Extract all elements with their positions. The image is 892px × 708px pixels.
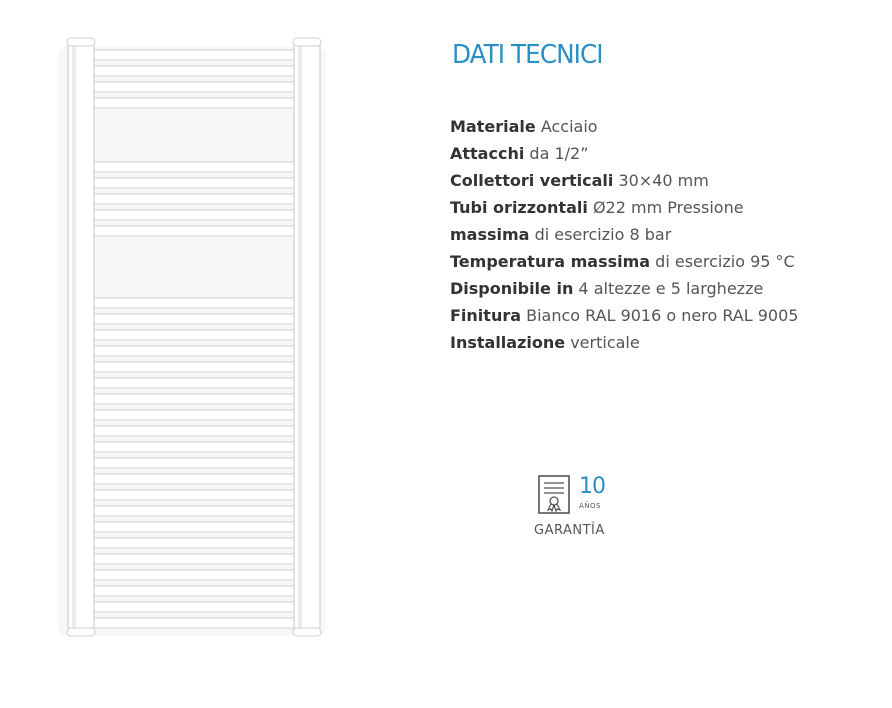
radiator-tube xyxy=(89,329,301,341)
radiator-tube xyxy=(89,409,301,421)
radiator-tube xyxy=(89,521,301,533)
spec-value: 4 altezze e 5 larghezze xyxy=(578,279,764,298)
radiator-tube xyxy=(89,297,301,309)
radiator-tube xyxy=(89,313,301,325)
radiator-tube xyxy=(89,49,301,61)
towel-radiator-image xyxy=(50,36,330,640)
radiator-collector xyxy=(293,39,321,633)
spec-row: Finitura Bianco RAL 9016 o nero RAL 9005 xyxy=(450,302,870,329)
radiator-tube xyxy=(89,377,301,389)
spec-row: massima di esercizio 8 bar xyxy=(450,221,870,248)
spec-value: verticale xyxy=(570,333,640,352)
spec-value: Bianco RAL 9016 o nero RAL 9005 xyxy=(526,306,799,325)
radiator-tube xyxy=(89,393,301,405)
spec-row: Collettori verticali 30×40 mm xyxy=(450,167,870,194)
radiator-tube xyxy=(89,97,301,109)
radiator-tube xyxy=(89,585,301,597)
spec-key: Disponibile in xyxy=(450,279,574,298)
spec-key: Finitura xyxy=(450,306,522,325)
spec-row: Materiale Acciaio xyxy=(450,113,870,140)
spec-row: Installazione verticale xyxy=(450,329,870,356)
radiator-tube xyxy=(89,553,301,565)
spec-value: 30×40 mm xyxy=(618,171,709,190)
radiator-tube xyxy=(89,65,301,77)
warranty-label: GARANTÍA xyxy=(534,523,605,538)
radiator-tube xyxy=(89,209,301,221)
spec-key: massima xyxy=(450,225,530,244)
spec-list: Materiale Acciaio Attacchi da 1/2” Colle… xyxy=(450,113,870,356)
spec-row: Temperatura massima di esercizio 95 °C xyxy=(450,248,870,275)
spec-value: Acciaio xyxy=(540,117,598,136)
radiator-tube xyxy=(89,473,301,485)
warranty-years-unit: AÑOS xyxy=(579,502,601,510)
spec-row: Attacchi da 1/2” xyxy=(450,140,870,167)
spec-value: di esercizio 8 bar xyxy=(534,225,672,244)
radiator-tube xyxy=(89,505,301,517)
radiator-tube xyxy=(89,161,301,173)
spec-key: Attacchi xyxy=(450,144,525,163)
radiator-tube xyxy=(89,193,301,205)
radiator-tube xyxy=(89,569,301,581)
radiator-tube xyxy=(89,617,301,629)
radiator-tube xyxy=(89,537,301,549)
warranty-years: 10 xyxy=(579,474,606,499)
spec-key: Temperatura massima xyxy=(450,252,651,271)
spec-key: Materiale xyxy=(450,117,536,136)
radiator-tube xyxy=(89,361,301,373)
radiator-tube xyxy=(89,457,301,469)
radiator-tube xyxy=(89,177,301,189)
radiator-tube xyxy=(89,225,301,237)
spec-row: Tubi orizzontali Ø22 mm Pressione xyxy=(450,194,870,221)
radiator-tube xyxy=(89,601,301,613)
spec-row: Disponibile in 4 altezze e 5 larghezze xyxy=(450,275,870,302)
radiator-tube xyxy=(89,425,301,437)
spec-key: Collettori verticali xyxy=(450,171,614,190)
radiator-collector xyxy=(67,39,95,633)
radiator-tube xyxy=(89,489,301,501)
spec-value: da 1/2” xyxy=(529,144,589,163)
warranty-badge: 10 AÑOS GARANTÍA xyxy=(530,472,620,544)
radiator-tube xyxy=(89,441,301,453)
spec-key: Tubi orizzontali xyxy=(450,198,588,217)
spec-value: Ø22 mm Pressione xyxy=(592,198,744,217)
warranty-certificate-icon xyxy=(538,475,570,514)
spec-value: di esercizio 95 °C xyxy=(655,252,795,271)
spec-key: Installazione xyxy=(450,333,566,352)
page-title: DATI TECNICI xyxy=(452,40,604,70)
radiator-tube xyxy=(89,345,301,357)
radiator-tube xyxy=(89,81,301,93)
